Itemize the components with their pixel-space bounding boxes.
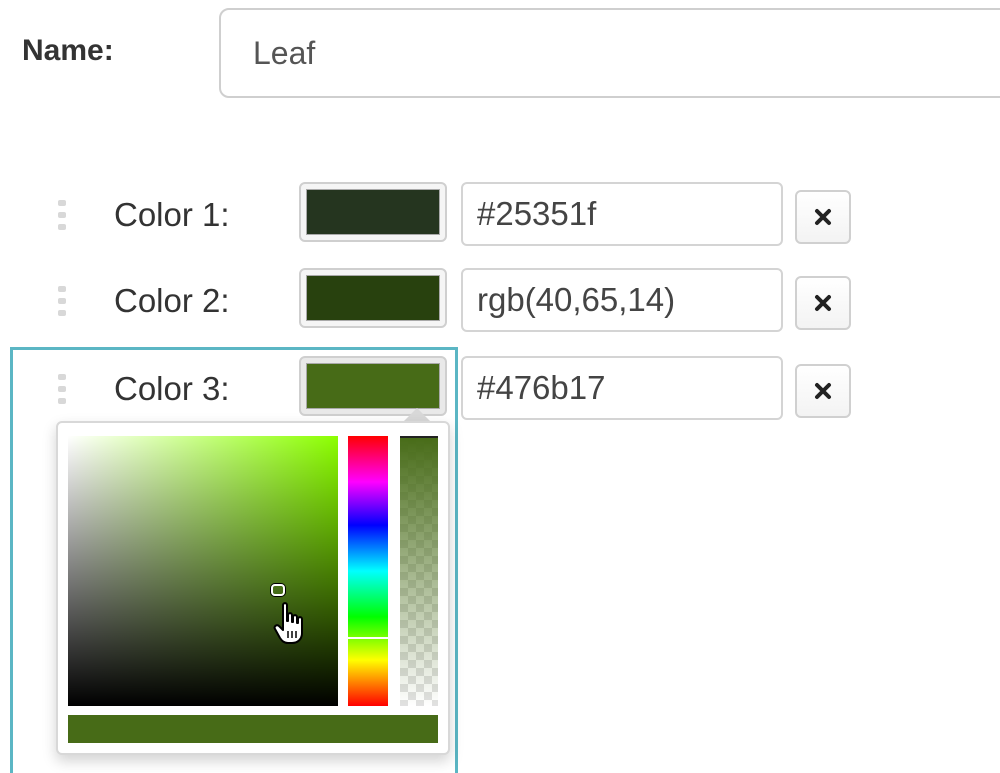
color-row-3: Color 3: <box>0 356 1000 420</box>
color-picker-popover <box>56 421 450 755</box>
color-3-remove-button[interactable] <box>795 364 851 418</box>
color-1-swatch-button[interactable] <box>299 182 447 242</box>
drag-handle-icon[interactable] <box>58 374 66 404</box>
current-color-preview <box>68 715 438 743</box>
color-row-1: Color 1: <box>0 182 1000 246</box>
drag-handle-icon[interactable] <box>58 286 66 316</box>
hand-pointer-icon <box>273 602 303 644</box>
alpha-slider[interactable] <box>400 436 438 706</box>
name-label: Name: <box>22 34 114 67</box>
saturation-value-area[interactable] <box>68 436 338 706</box>
color-3-swatch-button[interactable] <box>299 356 447 416</box>
palette-editor: Name: Color 1: Color 2: Color 3: <box>0 0 1000 773</box>
color-1-label: Color 1: <box>114 196 230 233</box>
color-3-label: Color 3: <box>114 370 230 407</box>
color-1-remove-button[interactable] <box>795 190 851 244</box>
alpha-slider-handle[interactable] <box>400 436 438 438</box>
color-2-remove-button[interactable] <box>795 276 851 330</box>
color-3-swatch <box>306 363 440 409</box>
close-icon <box>815 383 831 399</box>
picker-arrow <box>403 408 431 422</box>
color-3-value-input[interactable] <box>461 356 783 420</box>
hue-slider-handle[interactable] <box>348 637 388 639</box>
name-input[interactable] <box>219 8 1000 98</box>
color-1-swatch <box>306 189 440 235</box>
close-icon <box>815 209 831 225</box>
drag-handle-icon[interactable] <box>58 200 66 230</box>
hue-slider[interactable] <box>348 436 388 706</box>
color-2-swatch-button[interactable] <box>299 268 447 328</box>
close-icon <box>815 295 831 311</box>
saturation-value-handle[interactable] <box>271 584 285 596</box>
color-2-swatch <box>306 275 440 321</box>
color-2-label: Color 2: <box>114 282 230 319</box>
color-2-value-input[interactable] <box>461 268 783 332</box>
color-row-2: Color 2: <box>0 268 1000 332</box>
color-1-value-input[interactable] <box>461 182 783 246</box>
